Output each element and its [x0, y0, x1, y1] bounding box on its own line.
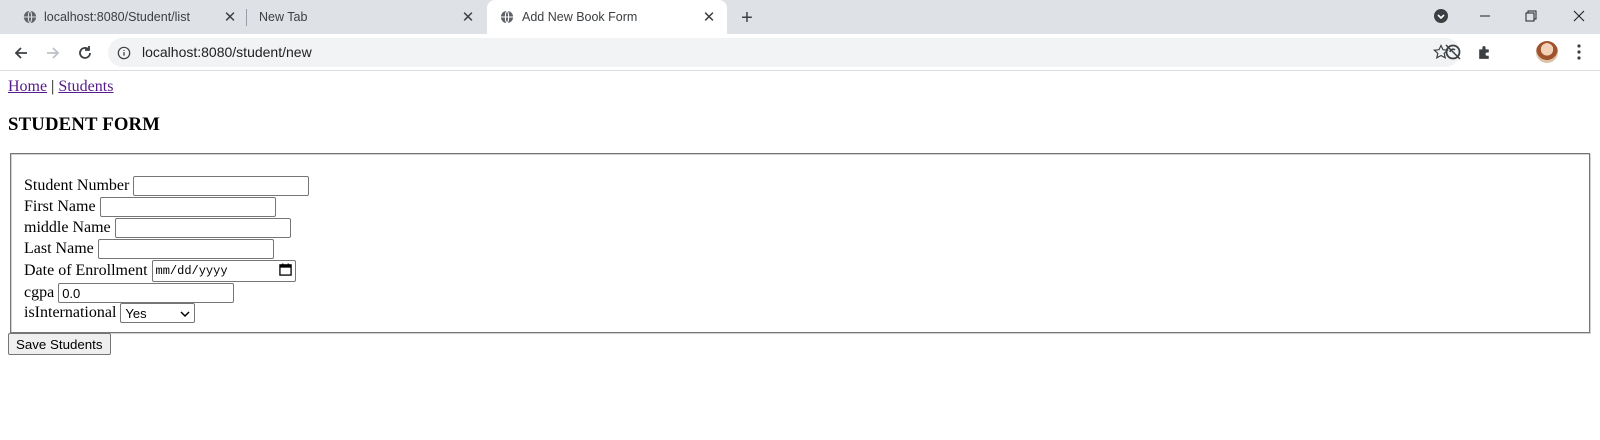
calendar-icon[interactable] [278, 262, 292, 280]
last-name-row: Last Name [24, 239, 274, 259]
date-placeholder: mm/dd/yyyy [155, 264, 228, 278]
address-bar[interactable]: localhost:8080/student/new [108, 38, 1460, 67]
student-form-fieldset: Student Number First Name middle Name La… [10, 153, 1590, 333]
cgpa-input[interactable] [58, 283, 235, 303]
tab-new-tab[interactable]: New Tab ✕ [247, 0, 483, 34]
cgpa-row: cgpa [24, 283, 235, 303]
top-nav: Home | Students [8, 78, 113, 96]
tab-add-new-book-form[interactable]: Add New Book Form ✕ [487, 0, 727, 34]
international-row: isInternational Yes [24, 303, 196, 323]
save-students-button[interactable]: Save Students [8, 333, 111, 355]
minimize-icon[interactable] [1470, 4, 1500, 28]
first-name-row: First Name [24, 197, 276, 217]
student-number-input[interactable] [133, 176, 310, 196]
tab-student-list[interactable]: localhost:8080/Student/list ✕ [8, 0, 244, 34]
nav-separator: | [51, 78, 55, 95]
url-text[interactable]: localhost:8080/student/new [142, 44, 312, 60]
enrollment-date-label: Date of Enrollment [24, 262, 148, 279]
globe-icon [22, 9, 38, 25]
globe-icon [499, 9, 515, 25]
close-tab-icon[interactable]: ✕ [459, 8, 477, 26]
tab-title: localhost:8080/Student/list [44, 10, 190, 24]
tab-title: Add New Book Form [522, 10, 638, 24]
international-selected-value: Yes [125, 305, 147, 321]
chevron-down-icon [180, 306, 190, 321]
browser-toolbar: localhost:8080/student/new [0, 34, 1600, 71]
enrollment-date-input[interactable]: mm/dd/yyyy [151, 260, 296, 282]
middle-name-input[interactable] [114, 218, 291, 238]
close-tab-icon[interactable]: ✕ [700, 8, 718, 26]
page-title: STUDENT FORM [8, 114, 161, 135]
new-tab-button[interactable]: + [736, 7, 758, 29]
international-select[interactable]: Yes [120, 303, 196, 323]
extensions-puzzle-icon[interactable] [1473, 41, 1495, 63]
menu-kebab-icon[interactable] [1568, 41, 1590, 63]
tab-title: New Tab [259, 10, 308, 24]
last-name-label: Last Name [24, 240, 94, 257]
middle-name-label: middle Name [24, 219, 111, 236]
reload-icon[interactable] [72, 40, 98, 66]
student-number-row: Student Number [24, 176, 310, 196]
first-name-label: First Name [24, 198, 96, 215]
info-icon[interactable] [116, 45, 131, 60]
cgpa-label: cgpa [24, 284, 55, 301]
enrollment-date-row: Date of Enrollment mm/dd/yyyy [24, 260, 296, 282]
forward-arrow-icon[interactable] [40, 40, 66, 66]
close-window-icon[interactable] [1564, 4, 1594, 28]
page-content: Home | Students STUDENT FORM Student Num… [0, 72, 1600, 440]
profile-avatar[interactable] [1536, 41, 1558, 63]
sync-icon[interactable] [1442, 41, 1464, 63]
last-name-input[interactable] [97, 239, 274, 259]
student-number-label: Student Number [24, 177, 130, 194]
first-name-input[interactable] [99, 197, 276, 217]
close-tab-icon[interactable]: ✕ [221, 8, 239, 26]
home-link[interactable]: Home [8, 78, 47, 95]
students-link[interactable]: Students [58, 78, 113, 95]
middle-name-row: middle Name [24, 218, 291, 238]
back-arrow-icon[interactable] [8, 40, 34, 66]
tab-strip: localhost:8080/Student/list ✕ New Tab ✕ … [0, 0, 1600, 34]
tab-search-icon[interactable] [1426, 4, 1456, 28]
restore-icon[interactable] [1516, 4, 1546, 28]
international-label: isInternational [24, 304, 117, 321]
